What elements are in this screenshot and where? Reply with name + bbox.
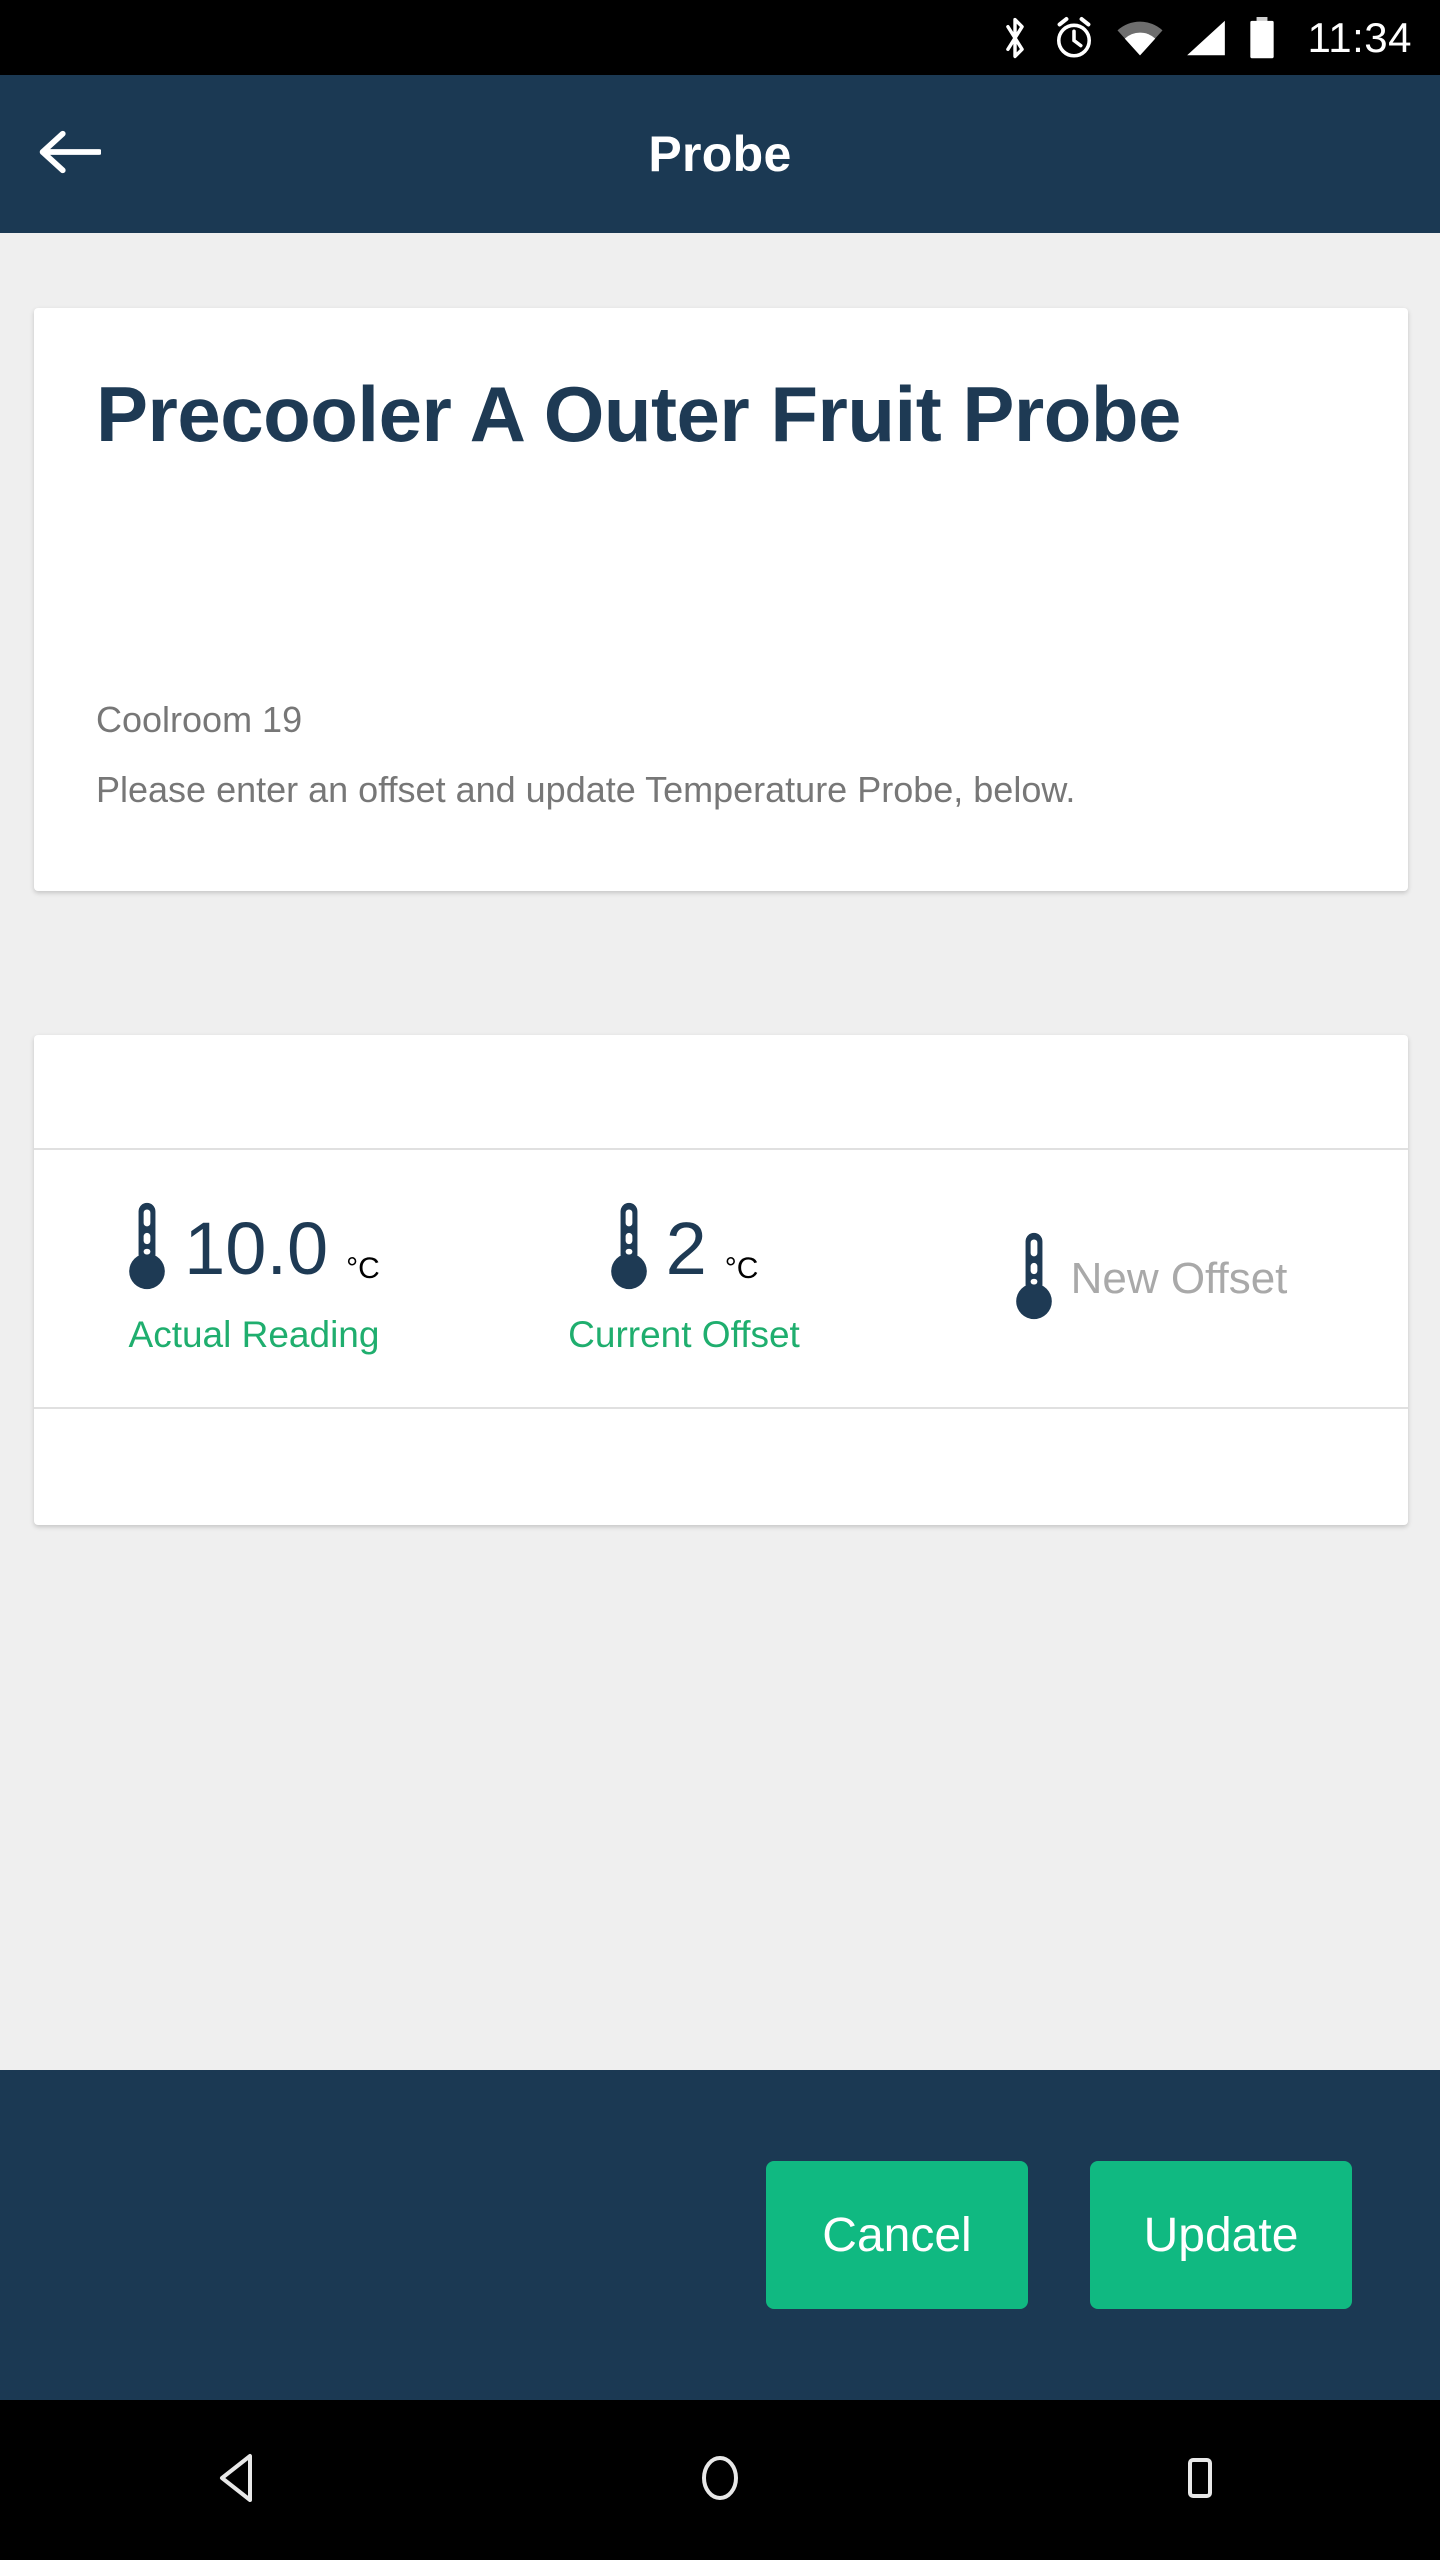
new-offset-input-row[interactable]: New Offset — [1015, 1231, 1288, 1326]
content-area: Precooler A Outer Fruit Probe Coolroom 1… — [0, 233, 1440, 2070]
nav-home-icon — [692, 2450, 748, 2511]
phone-screen: 11:34 Probe Precooler A Outer Fruit Prob… — [0, 0, 1440, 2560]
thermometer-icon — [1015, 1231, 1053, 1326]
thermometer-icon — [610, 1201, 648, 1296]
page-title: Probe — [648, 126, 792, 182]
current-offset-value: 2 — [665, 1206, 707, 1290]
probe-room: Coolroom 19 — [96, 699, 303, 740]
back-button[interactable] — [0, 75, 140, 233]
current-offset-block: 2 °C Current Offset — [474, 1201, 894, 1356]
cellular-signal-icon — [1184, 17, 1228, 59]
bluetooth-icon — [998, 17, 1032, 59]
probe-name: Precooler A Outer Fruit Probe — [96, 370, 1181, 458]
nav-back-icon — [212, 2450, 268, 2511]
new-offset-block[interactable]: New Offset — [894, 1231, 1408, 1326]
nav-home-button[interactable] — [620, 2400, 820, 2560]
status-bar-clock: 11:34 — [1307, 13, 1412, 61]
app-bar: Probe — [0, 75, 1440, 233]
battery-icon — [1248, 16, 1276, 59]
actual-reading-caption: Actual Reading — [128, 1314, 380, 1355]
back-arrow-icon — [39, 127, 103, 182]
action-bar: Cancel Update — [0, 2070, 1440, 2400]
current-offset-unit: °C — [724, 1252, 759, 1285]
actual-reading-block: 10.0 °C Actual Reading — [34, 1201, 474, 1356]
nav-recents-button[interactable] — [1100, 2400, 1300, 2560]
status-bar: 11:34 — [0, 0, 1440, 75]
nav-recents-icon — [1172, 2450, 1228, 2511]
actual-reading-unit: °C — [346, 1252, 380, 1285]
android-navigation-bar — [0, 2400, 1440, 2560]
new-offset-input[interactable]: New Offset — [1071, 1256, 1288, 1301]
probe-info-card: Precooler A Outer Fruit Probe Coolroom 1… — [34, 308, 1408, 891]
actual-reading-value: 10.0 — [184, 1206, 329, 1290]
wifi-icon — [1116, 17, 1164, 59]
current-offset-caption: Current Offset — [568, 1314, 800, 1355]
update-button[interactable]: Update — [1090, 2161, 1352, 2309]
cancel-button[interactable]: Cancel — [766, 2161, 1028, 2309]
actual-reading-value-row: 10.0 °C — [128, 1201, 380, 1296]
probe-instructions: Please enter an offset and update Temper… — [96, 769, 1076, 810]
current-offset-value-row: 2 °C — [610, 1201, 759, 1296]
nav-back-button[interactable] — [140, 2400, 340, 2560]
readings-row: 10.0 °C Actual Reading 2 °C Current Offs… — [34, 1150, 1408, 1407]
offset-card: 10.0 °C Actual Reading 2 °C Current Offs… — [34, 1035, 1408, 1525]
card-divider-bottom — [34, 1407, 1408, 1409]
thermometer-icon — [128, 1201, 166, 1296]
alarm-icon — [1052, 16, 1096, 59]
